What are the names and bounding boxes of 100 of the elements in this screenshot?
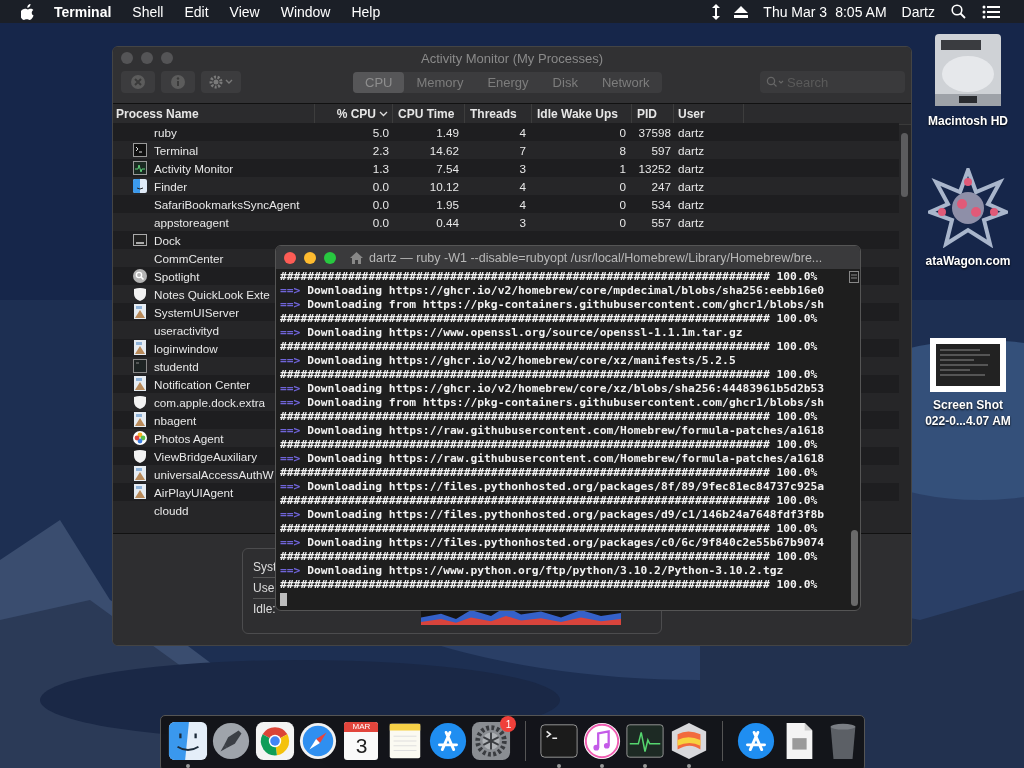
- desktop-icon-label: Screen Shot: [932, 398, 1003, 412]
- menu-item[interactable]: Shell: [132, 3, 164, 20]
- table-cell-text: 3: [518, 161, 527, 175]
- process-name: loginwindow: [154, 341, 218, 355]
- process-name: useractivityd: [154, 323, 219, 337]
- download-line: Downloading https://ghcr.io/v2/homebrew/core/mpdecimal/blobs/sha256:eebb16e0: [307, 284, 825, 297]
- pulse-monitor-icon[interactable]: [625, 721, 666, 761]
- progress-bar-text: ########################################################################: [280, 312, 770, 325]
- sort-arrows-icon[interactable]: [711, 3, 722, 20]
- gear-icon[interactable]: [471, 721, 512, 761]
- table-cell-text: 0.44: [435, 215, 460, 229]
- process-name: ruby: [154, 125, 177, 139]
- compass-icon[interactable]: [298, 721, 339, 761]
- music-note-icon[interactable]: [582, 721, 623, 761]
- prompt-arrow: ==>: [280, 480, 301, 493]
- table-cell-text: dartz: [677, 143, 705, 157]
- menu-app-name[interactable]: Terminal: [54, 3, 112, 20]
- progress-percent: 100.0%: [776, 494, 818, 507]
- download-line: Downloading https://ghcr.io/v2/homebrew/core/xz/blobs/sha256:44483961b5d2b53: [307, 382, 825, 395]
- process-name: nbagent: [154, 413, 197, 427]
- process-name: Photos Agent: [154, 431, 224, 445]
- progress-percent: 100.0%: [776, 340, 818, 353]
- finder-icon[interactable]: [168, 721, 209, 761]
- download-line: Downloading https://www.python.org/ftp/python/3.10.2/Python-3.10.2.tgz: [307, 564, 784, 577]
- table-cell-text: 0.0: [371, 215, 390, 229]
- process-name: Activity Monitor: [154, 161, 234, 175]
- scrollbar-thumb[interactable]: [901, 133, 908, 197]
- menu-list-icon[interactable]: [982, 4, 1000, 19]
- notification-badge: 1: [500, 716, 517, 732]
- flower-icon: [133, 431, 147, 445]
- scrollbar-thumb[interactable]: [850, 530, 858, 606]
- process-name: studentd: [154, 359, 199, 373]
- desktop-icon-label: ataWagon.com: [925, 254, 1011, 268]
- menu-item[interactable]: Edit: [184, 3, 209, 20]
- table-cell-text: 0: [618, 197, 627, 211]
- menu-item[interactable]: Help: [351, 3, 381, 20]
- progress-bar-text: ########################################################################: [280, 340, 770, 353]
- table-cell-text: 4: [518, 179, 527, 193]
- prompt-arrow: ==>: [280, 536, 301, 549]
- prompt-arrow: ==>: [280, 424, 301, 437]
- rocket-icon[interactable]: [211, 721, 252, 761]
- calendar-month: MAR: [344, 722, 379, 732]
- table-cell-text: 14.62: [428, 143, 460, 157]
- progress-bar-text: ########################################################################: [280, 494, 770, 507]
- desktop-icon-label: 022-0...4.07 AM: [925, 414, 1011, 428]
- user-name[interactable]: Dartz: [901, 3, 935, 20]
- terminal-icon: [133, 143, 147, 157]
- chevron-down-icon: [379, 111, 388, 117]
- running-indicator: [556, 764, 561, 768]
- process-name: universalAccessAuthW: [154, 467, 274, 481]
- gear-menu-button[interactable]: [201, 71, 241, 93]
- table-cell-text: 5.0: [371, 125, 390, 139]
- table-cell-text: dartz: [677, 197, 705, 211]
- split-pane-icon[interactable]: [849, 271, 859, 283]
- process-name: ViewBridgeAuxiliary: [154, 449, 258, 463]
- progress-bar-text: ########################################################################: [280, 550, 770, 563]
- hard-drive-icon[interactable]: [933, 32, 1003, 108]
- terminal-icon[interactable]: [538, 721, 579, 761]
- search-icon[interactable]: [951, 4, 966, 19]
- clock-time[interactable]: 8:05 AM: [835, 3, 887, 20]
- download-line: Downloading https://files.pythonhosted.org/packages/c0/6c/9f840c2e55b67b9074: [307, 536, 825, 549]
- minimize-button[interactable]: [304, 251, 316, 264]
- prompt-arrow: ==>: [280, 298, 301, 311]
- table-cell-text: 0.0: [371, 197, 390, 211]
- table-cell-text: dartz: [677, 215, 705, 229]
- calendar-day: 3: [355, 732, 368, 759]
- table-cell-text: 1.49: [435, 125, 460, 139]
- zoom-button[interactable]: [324, 251, 336, 264]
- prompt-arrow: ==>: [280, 382, 301, 395]
- home-icon: [350, 251, 363, 264]
- prompt-arrow: ==>: [280, 326, 301, 339]
- summary-label: Idle:: [253, 601, 277, 618]
- app-store-icon[interactable]: [428, 721, 469, 761]
- calendar-icon[interactable]: MAR 3: [344, 722, 379, 760]
- table-cell-text: 3: [518, 215, 527, 229]
- prompt-arrow: ==>: [280, 452, 301, 465]
- table-cell-text: 37598: [637, 125, 672, 139]
- menu-item[interactable]: View: [229, 3, 260, 20]
- app-store-icon[interactable]: [736, 721, 777, 761]
- clock-day[interactable]: Thu Mar 3: [763, 3, 828, 20]
- table-cell-text: 557: [650, 215, 672, 229]
- star-pattern-icon[interactable]: [928, 168, 1008, 248]
- table-cell-text: 4: [518, 197, 527, 211]
- menu-item[interactable]: Window: [280, 3, 331, 20]
- document-app-icon: [133, 484, 147, 500]
- prompt-arrow: ==>: [280, 284, 301, 297]
- eject-icon[interactable]: [734, 5, 749, 18]
- progress-bar-text: ########################################################################: [280, 368, 770, 381]
- table-cell-text: 1: [618, 161, 627, 175]
- process-name: SafariBookmarksSyncAgent: [154, 197, 300, 211]
- browser-icon[interactable]: [254, 721, 295, 761]
- apple-icon[interactable]: [21, 3, 35, 20]
- table-cell-text: 597: [650, 143, 672, 157]
- magnifier-icon: [133, 269, 147, 283]
- table-cell-text: 13252: [637, 161, 672, 175]
- window-title: dartz — ruby -W1 --disable=rubyopt /usr/local/Homebrew/Library/Homebrew/bre...: [369, 250, 823, 265]
- prompt-arrow: ==>: [280, 508, 301, 521]
- screenshot-thumbnail-icon[interactable]: [930, 338, 1006, 392]
- process-name: AirPlayUIAgent: [154, 485, 234, 499]
- close-button[interactable]: [284, 251, 296, 264]
